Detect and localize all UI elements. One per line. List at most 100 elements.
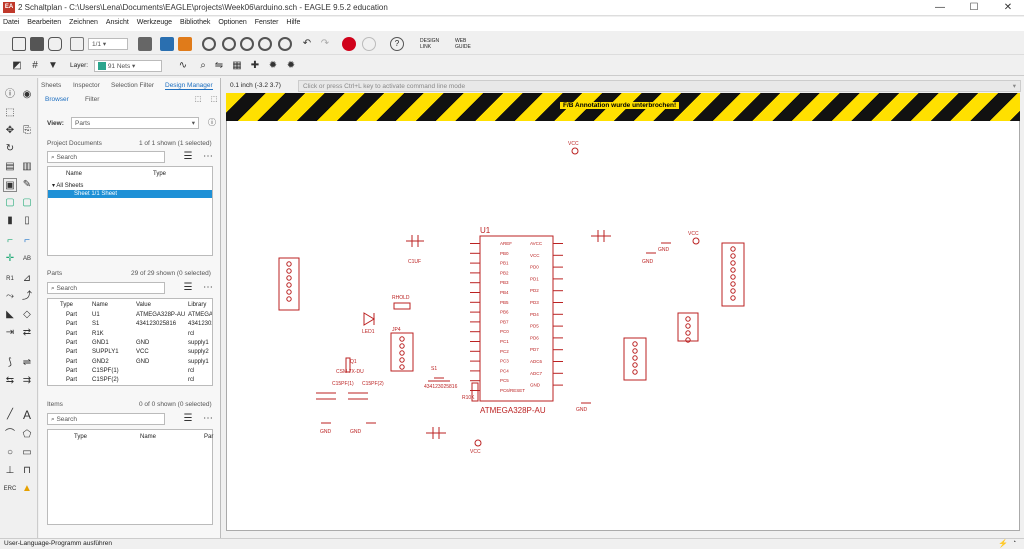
tab-inspector[interactable]: Inspector: [73, 82, 100, 89]
more-icon[interactable]: ⋯: [201, 150, 215, 164]
tab-sheets[interactable]: Sheets: [41, 82, 61, 89]
go-icon[interactable]: [362, 37, 376, 51]
tree-root[interactable]: ▾ All Sheets: [52, 182, 83, 190]
invoke-icon[interactable]: ⇄: [20, 326, 34, 340]
web-guide-button[interactable]: WEB GUIDE: [455, 38, 471, 50]
part-type-cell[interactable]: Part: [66, 311, 77, 319]
add-part-icon[interactable]: ✚: [248, 59, 262, 73]
menu-datei[interactable]: Datei: [0, 17, 22, 26]
tree-item-sheet[interactable]: Sheet 1/1 Sheet: [48, 190, 212, 198]
subtab-browser[interactable]: Browser: [45, 96, 69, 103]
part-type-cell[interactable]: Part: [66, 339, 77, 347]
junction-icon[interactable]: ✛: [3, 252, 17, 266]
lightning-icon[interactable]: ⚡: [998, 539, 1008, 548]
zoom-fit-icon[interactable]: [202, 37, 216, 51]
dropdown-icon[interactable]: ▾: [1013, 81, 1016, 92]
menu-werkzeuge[interactable]: Werkzeuge: [134, 17, 175, 26]
subtab-filter[interactable]: Filter: [85, 96, 99, 103]
delete-icon[interactable]: ▥: [20, 160, 34, 174]
part-type-cell[interactable]: Part: [66, 376, 77, 384]
gate-swap-icon[interactable]: ▮: [3, 214, 17, 228]
redo-icon[interactable]: ↷: [318, 37, 332, 51]
more-icon[interactable]: ⋯: [201, 281, 215, 295]
hole-icon[interactable]: ⊥: [3, 464, 17, 478]
line-icon[interactable]: ╱: [3, 408, 17, 422]
part-type-cell[interactable]: Part: [66, 358, 77, 366]
rectangle-icon[interactable]: ▭: [20, 446, 34, 460]
part-type-cell[interactable]: Part: [66, 348, 77, 356]
undo-icon[interactable]: ↶: [300, 37, 314, 51]
tab-selection-filter[interactable]: Selection Filter: [111, 82, 154, 89]
layer-settings-icon[interactable]: ◩: [10, 59, 24, 73]
label-icon[interactable]: AB: [20, 252, 34, 266]
wrench-icon[interactable]: ✎: [20, 178, 34, 192]
text-icon[interactable]: A: [20, 408, 34, 422]
sheet-select[interactable]: 1/1 ▾: [88, 38, 128, 50]
zoom-out-icon[interactable]: [240, 37, 254, 51]
list-options-icon[interactable]: ☰: [181, 150, 195, 164]
scr-icon[interactable]: [160, 37, 174, 51]
mirror-icon[interactable]: ⇋: [212, 59, 226, 73]
move-icon[interactable]: ✥: [3, 124, 17, 138]
more-icon[interactable]: ⋯: [201, 412, 215, 426]
print-icon[interactable]: [48, 37, 62, 51]
warning-icon[interactable]: ▲: [20, 482, 34, 496]
items-search-input[interactable]: ⌕ Search: [47, 413, 165, 425]
optimize-icon[interactable]: ⟆: [3, 356, 17, 370]
magnifier-icon[interactable]: ⌕: [196, 59, 210, 73]
table-icon[interactable]: ▦: [230, 59, 244, 73]
menu-ansicht[interactable]: Ansicht: [103, 17, 132, 26]
select-icon[interactable]: ⬚: [3, 106, 17, 120]
filter-icon[interactable]: ▼: [46, 59, 60, 73]
list-options-icon[interactable]: ☰: [181, 281, 195, 295]
replace-icon[interactable]: ▢: [3, 196, 17, 210]
eye-icon[interactable]: ◉: [20, 88, 34, 102]
miter-icon[interactable]: ⤴: [20, 290, 34, 304]
attribute-icon[interactable]: ◇: [20, 308, 34, 322]
arc-icon[interactable]: ⌒: [3, 428, 17, 442]
dimension-icon[interactable]: ⇉: [20, 374, 34, 388]
grid-icon[interactable]: #: [28, 59, 42, 73]
zoom-select-icon[interactable]: [258, 37, 272, 51]
layer-select[interactable]: 91 Nets ▾: [94, 60, 162, 72]
view-select[interactable]: Parts ▾: [71, 117, 199, 129]
value-icon[interactable]: ⊿: [20, 272, 34, 286]
command-line-input[interactable]: Click or press Ctrl+L key to activate co…: [298, 80, 1021, 92]
part-type-cell[interactable]: Part: [66, 330, 77, 338]
part-type-cell[interactable]: Part: [66, 320, 77, 328]
menu-fenster[interactable]: Fenster: [252, 17, 282, 26]
help-icon[interactable]: ?: [390, 37, 404, 51]
split-icon[interactable]: ⤳: [3, 290, 17, 304]
save-icon[interactable]: [30, 37, 44, 51]
ulp-icon[interactable]: [178, 37, 192, 51]
info-icon[interactable]: ⓘ: [3, 88, 17, 102]
new-file-icon[interactable]: [12, 37, 26, 51]
paste-icon[interactable]: ▤: [3, 160, 17, 174]
mark-icon[interactable]: ⇆: [3, 374, 17, 388]
net-icon[interactable]: ⌐: [3, 234, 17, 248]
polygon-icon[interactable]: ⬠: [20, 428, 34, 442]
menu-bearbeiten[interactable]: Bearbeiten: [24, 17, 64, 26]
tab-design-manager[interactable]: Design Manager: [165, 82, 213, 90]
settings-icon[interactable]: ✹: [284, 59, 298, 73]
zoom-previous-icon[interactable]: [278, 37, 292, 51]
wire-style-icon[interactable]: ∿: [176, 59, 190, 73]
name-icon[interactable]: ▢: [20, 196, 34, 210]
rotate-icon[interactable]: ↻: [3, 142, 17, 156]
pin-swap-icon[interactable]: ▯: [20, 214, 34, 228]
erc-icon[interactable]: ERC: [3, 482, 17, 496]
circle-icon[interactable]: ○: [3, 446, 17, 460]
expand-icon[interactable]: ⬚: [191, 93, 205, 107]
menu-optionen[interactable]: Optionen: [215, 17, 249, 26]
maximize-button[interactable]: ☐: [964, 1, 984, 15]
help-icon[interactable]: ⓘ: [205, 116, 219, 130]
copy-icon[interactable]: ⎘: [20, 124, 34, 138]
stop-icon[interactable]: [342, 37, 356, 51]
gear-icon[interactable]: ✹: [266, 59, 280, 73]
smash-icon[interactable]: R1: [3, 272, 17, 286]
notifications-icon[interactable]: ◔: [1012, 539, 1016, 546]
parts-search-input[interactable]: ⌕ Search: [47, 282, 165, 294]
minimize-button[interactable]: —: [930, 1, 950, 15]
bus-icon[interactable]: ⌐: [20, 234, 34, 248]
cam-icon[interactable]: [138, 37, 152, 51]
